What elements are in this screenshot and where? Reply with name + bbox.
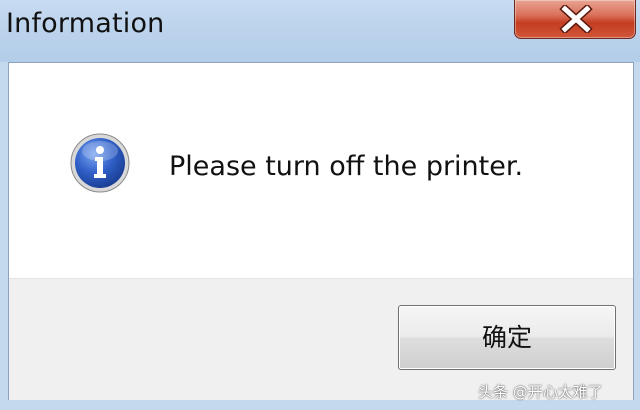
dialog-message: Please turn off the printer. [169,151,524,182]
watermark-text: 头条 @开心太难了 [478,383,603,401]
dialog-content: Please turn off the printer. 确定 [8,62,634,400]
information-dialog-window: Information Please turn off the printer.… [0,0,640,410]
information-icon [69,132,131,194]
title-bar[interactable]: Information [0,0,640,62]
ok-button[interactable]: 确定 [398,305,616,370]
window-title: Information [6,8,165,39]
close-icon [559,5,593,33]
close-button[interactable] [514,0,636,39]
message-area: Please turn off the printer. [9,63,633,278]
